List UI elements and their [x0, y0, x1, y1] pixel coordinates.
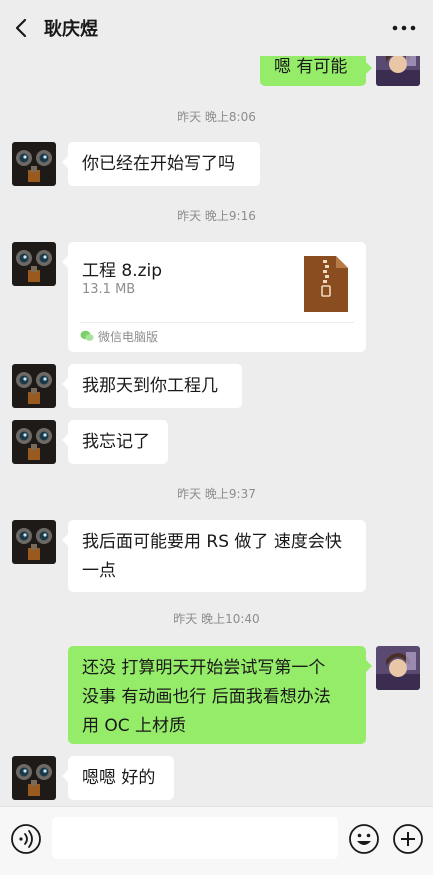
zip-file-icon — [304, 256, 348, 312]
timestamp: 昨天 晚上9:37 — [177, 487, 256, 501]
voice-icon[interactable] — [10, 823, 42, 855]
avatar[interactable] — [12, 142, 56, 186]
plus-icon[interactable] — [392, 823, 424, 855]
input-bar — [0, 806, 433, 875]
divider — [80, 322, 354, 323]
file-name: 工程 8.zip — [82, 261, 163, 281]
timestamp: 昨天 晚上9:16 — [177, 209, 256, 223]
message-input[interactable] — [52, 817, 338, 859]
avatar[interactable] — [376, 646, 420, 690]
more-icon[interactable] — [391, 17, 417, 39]
message-text-line: 一点 — [82, 561, 116, 581]
message-bubble-other[interactable]: 我后面可能要用 RS 做了 速度会快 一点 — [62, 520, 366, 592]
wechat-pc-icon — [80, 330, 94, 341]
message-text-line: 我后面可能要用 RS 做了 速度会快 — [82, 532, 342, 552]
file-source: 微信电脑版 — [98, 330, 159, 344]
message-bubble-self[interactable]: 嗯 有可能 — [260, 56, 372, 86]
chat-title: 耿庆煜 — [44, 19, 98, 40]
avatar[interactable] — [12, 756, 56, 800]
file-message-card[interactable]: 工程 8.zip 13.1 MB 微信电脑版 — [62, 242, 366, 352]
message-bubble-self[interactable]: 还没 打算明天开始尝试写第一个 没事 有动画也行 后面我看想办法 用 OC 上材… — [68, 646, 372, 744]
message-list[interactable]: 嗯 有可能 昨天 晚上8:06 你已经在开始写了吗 昨天 晚上9:16 工程 8… — [0, 56, 433, 806]
timestamp: 昨天 晚上8:06 — [177, 110, 256, 124]
message-text: 我那天到你工程几 — [82, 376, 218, 396]
avatar[interactable] — [12, 520, 56, 564]
message-text: 我忘记了 — [82, 432, 150, 452]
message-text: 你已经在开始写了吗 — [82, 154, 235, 174]
chat-header: 耿庆煜 — [0, 0, 433, 56]
avatar[interactable] — [376, 56, 420, 86]
message-text: 嗯 有可能 — [274, 57, 348, 77]
message-bubble-other[interactable]: 我那天到你工程几 — [62, 364, 242, 408]
avatar[interactable] — [12, 364, 56, 408]
message-text-line: 用 OC 上材质 — [82, 716, 187, 736]
message-text-line: 还没 打算明天开始尝试写第一个 — [82, 658, 326, 678]
avatar[interactable] — [12, 242, 56, 286]
file-size: 13.1 MB — [82, 282, 136, 297]
message-text: 嗯嗯 好的 — [82, 768, 156, 788]
message-bubble-other[interactable]: 嗯嗯 好的 — [62, 756, 174, 800]
avatar[interactable] — [12, 420, 56, 464]
chat-app: 耿庆煜 嗯 有可能 昨天 晚上8:06 你已经在开始写了吗 昨天 晚上9:16 — [0, 0, 433, 875]
message-text-line: 没事 有动画也行 后面我看想办法 — [82, 687, 331, 707]
timestamp: 昨天 晚上10:40 — [173, 612, 260, 626]
message-bubble-other[interactable]: 你已经在开始写了吗 — [62, 142, 260, 186]
back-arrow-icon[interactable] — [10, 16, 34, 40]
emoji-icon[interactable] — [348, 823, 380, 855]
message-bubble-other[interactable]: 我忘记了 — [62, 420, 168, 464]
